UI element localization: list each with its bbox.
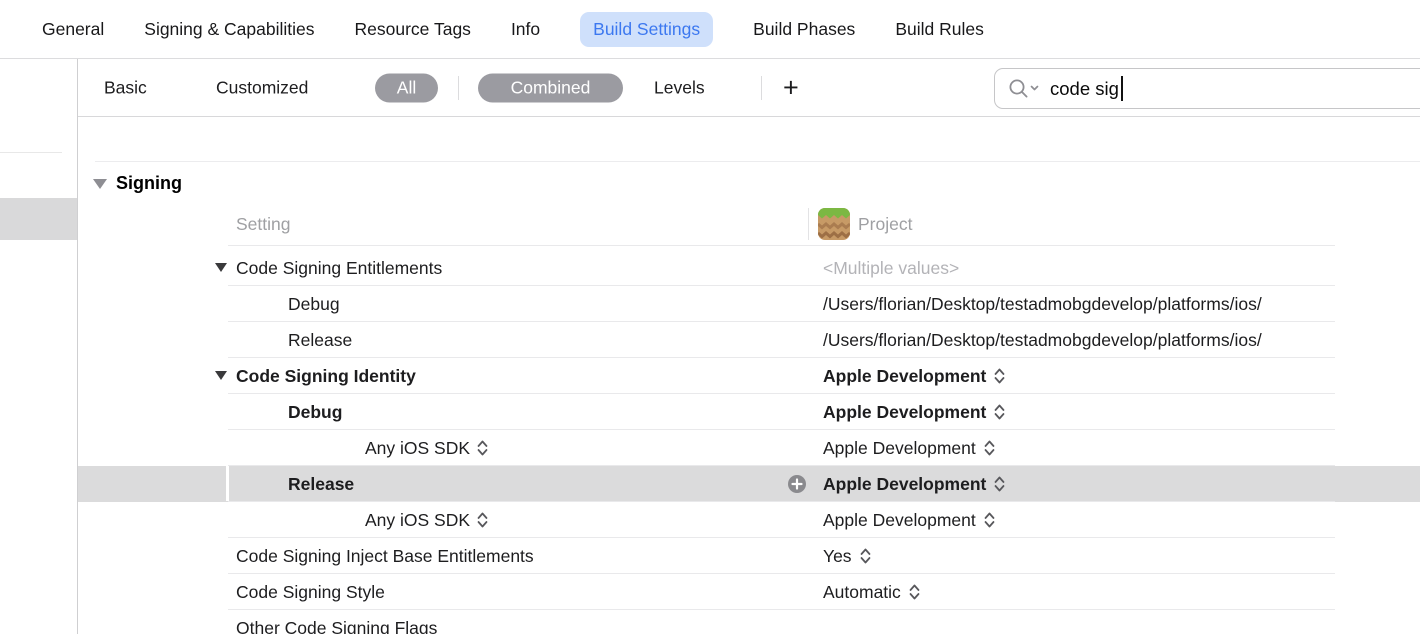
setting-label: Other Code Signing Flags xyxy=(236,610,437,634)
section-title: Signing xyxy=(116,173,182,194)
column-header-setting: Setting xyxy=(236,206,290,242)
setting-value[interactable]: Apple Development xyxy=(823,466,1006,502)
column-header-project: Project xyxy=(858,206,912,242)
navigator-sidebar xyxy=(0,59,77,634)
build-settings-toolbar: Basic Customized All Combined Levels + c… xyxy=(78,59,1420,117)
row-debug[interactable]: Debug Apple Development xyxy=(78,394,1420,430)
tab-build-settings[interactable]: Build Settings xyxy=(580,12,713,47)
setting-label: Any iOS SDK xyxy=(365,430,489,466)
project-app-icon xyxy=(818,208,850,240)
search-icon[interactable] xyxy=(1007,77,1041,101)
setting-value[interactable]: /Users/florian/Desktop/testadmobgdevelop… xyxy=(823,322,1262,358)
table-top-rule xyxy=(95,161,1420,162)
row-other-code-signing-flags[interactable]: Other Code Signing Flags xyxy=(78,610,1420,634)
row-any-ios-sdk[interactable]: Any iOS SDK Apple Development xyxy=(78,502,1420,538)
stepper-chevrons-icon[interactable] xyxy=(993,402,1006,422)
setting-value[interactable]: <Multiple values> xyxy=(823,250,959,286)
build-settings-editor: Basic Customized All Combined Levels + c… xyxy=(78,59,1420,634)
setting-label: Code Signing Identity xyxy=(236,358,416,394)
tab-resource-tags[interactable]: Resource Tags xyxy=(355,19,471,40)
search-text: code sig xyxy=(1050,78,1119,100)
section-disclosure-icon[interactable] xyxy=(93,179,107,189)
setting-label: Code Signing Style xyxy=(236,574,385,610)
setting-label: Release xyxy=(288,466,354,502)
setting-value[interactable]: Automatic xyxy=(823,574,921,610)
stepper-chevrons-icon[interactable] xyxy=(983,510,996,530)
toolbar-divider xyxy=(458,76,459,100)
stepper-chevrons-icon[interactable] xyxy=(983,438,996,458)
row-code-signing-inject-base-entitlements[interactable]: Code Signing Inject Base Entitlements Ye… xyxy=(78,538,1420,574)
tab-build-rules[interactable]: Build Rules xyxy=(895,19,984,40)
section-header-signing[interactable]: Signing xyxy=(93,173,182,194)
tab-general[interactable]: General xyxy=(42,19,104,40)
stepper-chevrons-icon[interactable] xyxy=(859,546,872,566)
view-combined-pill[interactable]: Combined xyxy=(478,73,623,102)
column-divider xyxy=(808,208,809,240)
setting-label: Code Signing Entitlements xyxy=(236,250,442,286)
view-levels[interactable]: Levels xyxy=(654,77,705,98)
setting-value[interactable]: /Users/florian/Desktop/testadmobgdevelop… xyxy=(823,286,1262,322)
sidebar-divider xyxy=(0,152,62,153)
filter-basic[interactable]: Basic xyxy=(104,77,147,98)
add-value-icon[interactable] xyxy=(788,475,806,493)
settings-rows: Code Signing Entitlements <Multiple valu… xyxy=(78,250,1420,634)
search-input[interactable]: code sig xyxy=(994,68,1420,109)
disclosure-triangle-icon[interactable] xyxy=(215,263,227,272)
filter-customized[interactable]: Customized xyxy=(216,77,308,98)
disclosure-triangle-icon[interactable] xyxy=(215,371,227,380)
tab-signing-capabilities[interactable]: Signing & Capabilities xyxy=(144,19,314,40)
settings-table: Signing Setting Project Code Signing Ent… xyxy=(78,117,1420,633)
sidebar-selected-item[interactable] xyxy=(0,198,77,240)
row-code-signing-style[interactable]: Code Signing Style Automatic xyxy=(78,574,1420,610)
stepper-chevrons-icon[interactable] xyxy=(476,438,489,458)
setting-label: Debug xyxy=(288,286,340,322)
column-header-row: Setting Project xyxy=(78,206,1420,242)
setting-value[interactable]: Apple Development xyxy=(823,430,996,466)
editor-tab-bar: General Signing & Capabilities Resource … xyxy=(0,0,1420,59)
tab-info[interactable]: Info xyxy=(511,19,540,40)
setting-label: Release xyxy=(288,322,352,358)
row-code-signing-identity[interactable]: Code Signing Identity Apple Development xyxy=(78,358,1420,394)
row-code-signing-entitlements[interactable]: Code Signing Entitlements <Multiple valu… xyxy=(78,250,1420,286)
row-release[interactable]: Release /Users/florian/Desktop/testadmob… xyxy=(78,322,1420,358)
stepper-chevrons-icon[interactable] xyxy=(993,474,1006,494)
setting-value[interactable]: Yes xyxy=(823,538,872,574)
selection-notch xyxy=(226,466,229,501)
toolbar-divider xyxy=(761,76,762,100)
stepper-chevrons-icon[interactable] xyxy=(908,582,921,602)
setting-value[interactable]: Apple Development xyxy=(823,502,996,538)
column-header-rule xyxy=(228,245,1335,246)
row-release[interactable]: Release Apple Development xyxy=(78,466,1420,502)
setting-label: Debug xyxy=(288,394,342,430)
row-any-ios-sdk[interactable]: Any iOS SDK Apple Development xyxy=(78,430,1420,466)
tab-build-phases[interactable]: Build Phases xyxy=(753,19,855,40)
stepper-chevrons-icon[interactable] xyxy=(993,366,1006,386)
setting-label: Code Signing Inject Base Entitlements xyxy=(236,538,534,574)
row-debug[interactable]: Debug /Users/florian/Desktop/testadmobgd… xyxy=(78,286,1420,322)
setting-value[interactable]: Apple Development xyxy=(823,394,1006,430)
text-cursor xyxy=(1121,76,1123,101)
stepper-chevrons-icon[interactable] xyxy=(476,510,489,530)
add-setting-button[interactable]: + xyxy=(783,72,799,103)
setting-value[interactable]: Apple Development xyxy=(823,358,1006,394)
filter-all-pill[interactable]: All xyxy=(375,73,438,102)
setting-label: Any iOS SDK xyxy=(365,502,489,538)
